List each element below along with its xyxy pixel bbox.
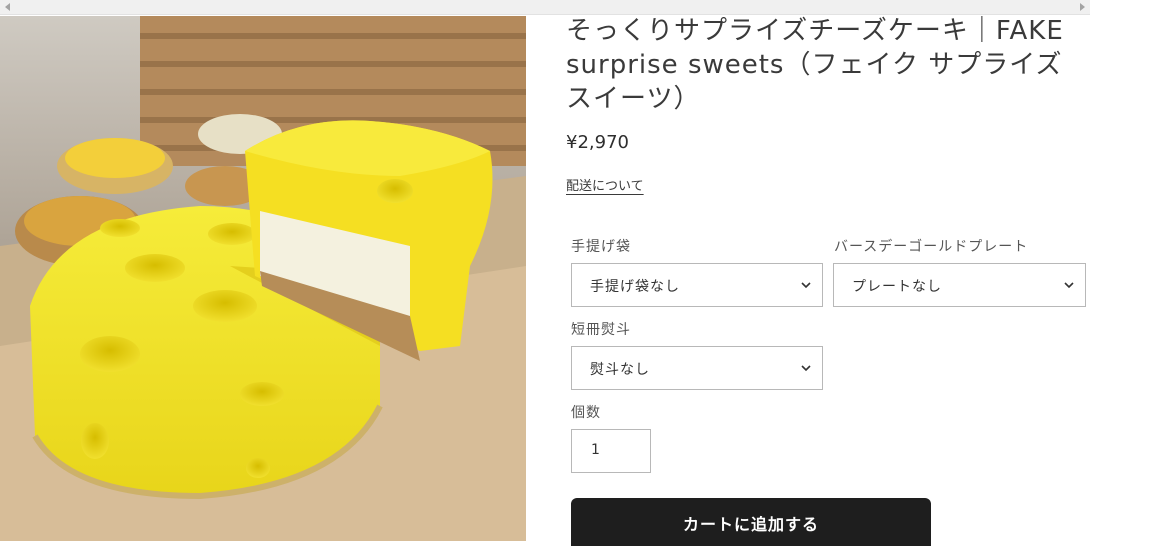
product-price: ¥2,970 bbox=[566, 132, 629, 153]
product-info: そっくりサプライズチーズケーキ｜FAKE surprise sweets（フェイ… bbox=[566, 14, 1090, 194]
product-image bbox=[0, 16, 526, 541]
plate-select-value: プレートなし bbox=[852, 279, 942, 295]
shipping-info-link[interactable]: 配送について bbox=[566, 175, 644, 194]
chevron-down-icon bbox=[801, 282, 811, 289]
scroll-left-arrow-icon[interactable] bbox=[5, 3, 10, 11]
quantity-input[interactable]: 1 bbox=[571, 429, 651, 473]
noshi-select-value: 熨斗なし bbox=[590, 362, 650, 378]
bag-select-value: 手提げ袋なし bbox=[590, 279, 680, 295]
bag-option-label: 手提げ袋 bbox=[571, 239, 631, 255]
product-title: そっくりサプライズチーズケーキ｜FAKE surprise sweets（フェイ… bbox=[566, 16, 1064, 114]
noshi-option-label: 短冊熨斗 bbox=[571, 322, 631, 338]
quantity-value: 1 bbox=[591, 442, 600, 458]
plate-option-label: バースデーゴールドプレート bbox=[834, 239, 1029, 255]
scroll-right-arrow-icon[interactable] bbox=[1080, 3, 1085, 11]
chevron-down-icon bbox=[1064, 282, 1074, 289]
horizontal-scrollbar[interactable] bbox=[0, 0, 1090, 15]
quantity-label: 個数 bbox=[571, 405, 601, 421]
plate-select[interactable]: プレートなし bbox=[833, 263, 1086, 307]
noshi-select[interactable]: 熨斗なし bbox=[571, 346, 823, 390]
chevron-down-icon bbox=[801, 365, 811, 372]
add-to-cart-button[interactable]: カートに追加する bbox=[571, 498, 931, 546]
bag-select[interactable]: 手提げ袋なし bbox=[571, 263, 823, 307]
